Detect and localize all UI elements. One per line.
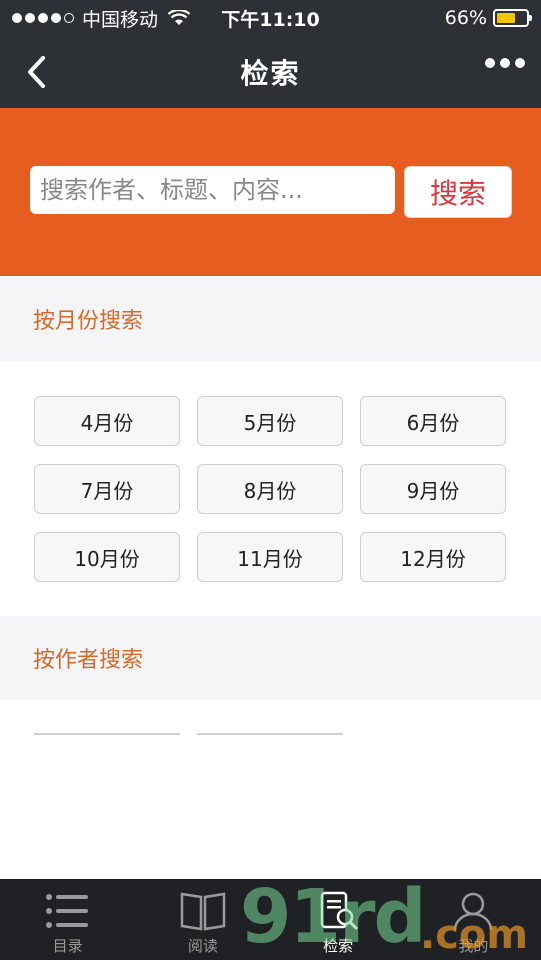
month-grid: 4月份 5月份 6月份 7月份 8月份 9月份 10月份 11月份 12月份 — [34, 396, 506, 582]
page-title: 检索 — [240, 57, 301, 90]
chevron-left-icon — [28, 56, 45, 88]
month-button-7[interactable]: 7月份 — [34, 464, 180, 514]
month-button-10[interactable]: 10月份 — [34, 532, 180, 582]
author-item-placeholder[interactable] — [34, 733, 180, 735]
tab-catalog[interactable]: 目录 — [0, 879, 135, 960]
month-button-4[interactable]: 4月份 — [34, 396, 180, 446]
status-time: 下午11:10 — [221, 8, 320, 31]
back-button[interactable] — [16, 52, 56, 92]
tab-label: 目录 — [52, 937, 83, 955]
battery-percent: 66% — [444, 7, 487, 29]
month-button-9[interactable]: 9月份 — [360, 464, 506, 514]
tab-search[interactable]: 检索 — [271, 879, 406, 960]
tab-label: 检索 — [323, 937, 354, 955]
section-title-by-month: 按月份搜索 — [0, 277, 541, 361]
month-button-6[interactable]: 6月份 — [360, 396, 506, 446]
battery-fill — [497, 13, 516, 23]
month-button-11[interactable]: 11月份 — [197, 532, 343, 582]
month-button-8[interactable]: 8月份 — [197, 464, 343, 514]
book-icon — [180, 892, 226, 931]
month-button-5[interactable]: 5月份 — [197, 396, 343, 446]
tab-label: 阅读 — [187, 937, 218, 955]
tab-label: 我的 — [458, 937, 489, 955]
wifi-icon — [168, 10, 191, 25]
navigation-bar: 检索 — [0, 36, 541, 108]
search-doc-icon — [320, 891, 358, 930]
search-banner: 搜索 — [0, 108, 541, 276]
battery-icon — [493, 9, 532, 27]
user-icon — [454, 892, 493, 931]
tab-reading[interactable]: 阅读 — [135, 879, 270, 960]
more-dots-icon[interactable] — [485, 58, 525, 68]
status-bar: 中国移动 下午11:10 66% — [0, 0, 541, 36]
signal-strength-icon — [12, 13, 74, 23]
tab-bar: 目录 阅读 检索 我的 — [0, 879, 541, 960]
search-button[interactable]: 搜索 — [404, 166, 512, 218]
tab-profile[interactable]: 我的 — [406, 879, 541, 960]
section-title-by-author: 按作者搜索 — [0, 616, 541, 700]
month-button-12[interactable]: 12月份 — [360, 532, 506, 582]
carrier-name: 中国移动 — [82, 8, 159, 31]
search-input[interactable] — [30, 166, 395, 214]
author-item-placeholder[interactable] — [197, 733, 343, 735]
list-icon — [45, 894, 88, 928]
